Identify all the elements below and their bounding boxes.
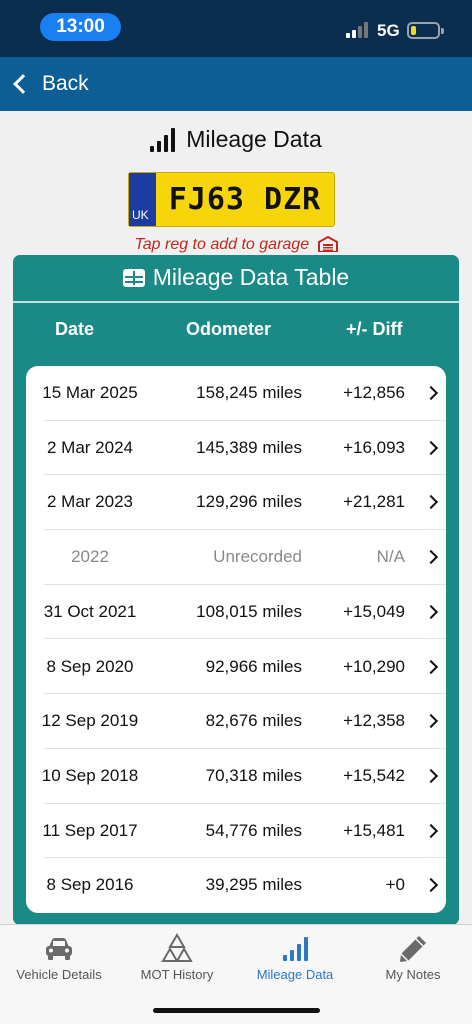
row-odometer: 54,776 miles	[205, 820, 302, 840]
row-diff: +15,542	[343, 765, 405, 785]
tab-label: Mileage Data	[256, 967, 334, 982]
page-heading: Mileage Data	[0, 126, 472, 153]
row-odometer: 108,015 miles	[196, 601, 302, 621]
table-row[interactable]: 2 Mar 2023 129,296 miles +21,281	[26, 475, 446, 531]
tab-mot-history[interactable]: MOT History	[118, 925, 236, 995]
row-diff: N/A	[376, 547, 405, 567]
pencil-icon	[400, 936, 426, 962]
tab-my-notes[interactable]: My Notes	[354, 925, 472, 995]
row-date: 31 Oct 2021	[43, 601, 137, 621]
row-date: 2 Mar 2024	[47, 437, 133, 457]
row-odometer: 145,389 miles	[196, 437, 302, 457]
tab-mileage-data[interactable]: Mileage Data	[236, 925, 354, 995]
column-header-diff: +/- Diff	[346, 319, 403, 339]
table-row[interactable]: 8 Sep 2020 92,966 miles +10,290	[26, 640, 446, 695]
table-card-title: Mileage Data Table	[0, 264, 472, 291]
table-row[interactable]: 11 Sep 2017 54,776 miles +15,481	[26, 804, 446, 859]
row-odometer: 82,676 miles	[205, 711, 302, 731]
mileage-rows-list: 15 Mar 2025 158,245 miles +12,856 2 Mar …	[26, 366, 446, 913]
plate-country-strip: UK	[129, 173, 156, 226]
row-diff: +21,281	[343, 492, 405, 512]
battery-icon	[407, 22, 444, 39]
status-time: 13:00	[40, 13, 121, 41]
back-button[interactable]: Back	[10, 69, 89, 99]
row-diff: +15,049	[343, 601, 405, 621]
row-diff: +16,093	[343, 437, 405, 457]
row-date: 8 Sep 2020	[46, 656, 134, 676]
status-bar: 13:00 5G	[0, 0, 472, 57]
row-date: 15 Mar 2025	[42, 383, 138, 402]
table-row[interactable]: 8 Sep 2016 39,295 miles +0	[26, 858, 446, 913]
signal-bars-icon	[283, 937, 308, 961]
table-row[interactable]: 12 Sep 2019 82,676 miles +12,358	[26, 694, 446, 749]
home-indicator	[153, 1008, 320, 1013]
add-to-garage-hint[interactable]: Tap reg to add to garage	[0, 236, 472, 254]
garage-hint-text: Tap reg to add to garage	[134, 236, 310, 253]
chevron-left-icon	[13, 74, 33, 94]
signal-bars-icon	[150, 127, 178, 152]
network-type: 5G	[377, 21, 400, 40]
plate-country: UK	[132, 208, 149, 222]
plate-registration: FJ63 DZR	[168, 182, 322, 217]
tab-label: Vehicle Details	[16, 967, 102, 982]
row-date: 2 Mar 2023	[47, 492, 133, 512]
tab-label: MOT History	[140, 967, 214, 982]
chevron-right-icon	[423, 440, 439, 455]
chevron-right-icon	[423, 385, 439, 401]
nav-bar: Back	[0, 57, 472, 111]
car-icon	[46, 938, 72, 960]
mot-triangles-icon	[161, 933, 193, 962]
row-odometer: 158,245 miles	[196, 383, 302, 402]
registration-plate[interactable]: UK FJ63 DZR	[128, 172, 335, 227]
tab-label: My Notes	[385, 967, 441, 982]
chevron-right-icon	[423, 823, 439, 838]
row-odometer: Unrecorded	[213, 547, 302, 567]
row-date: 2022	[71, 547, 109, 567]
table-row[interactable]: 10 Sep 2018 70,318 miles +15,542	[26, 749, 446, 804]
row-odometer: 92,966 miles	[205, 656, 302, 676]
row-diff: +10,290	[343, 656, 405, 676]
row-odometer: 129,296 miles	[196, 492, 302, 512]
table-icon	[122, 268, 145, 287]
page-title: Mileage Data	[186, 126, 322, 152]
tab-vehicle-details[interactable]: Vehicle Details	[0, 925, 118, 995]
row-diff: +12,856	[343, 383, 405, 402]
row-diff: +0	[385, 875, 405, 895]
column-header-odometer: Odometer	[186, 319, 272, 339]
row-date: 12 Sep 2019	[41, 711, 139, 731]
table-row[interactable]: 2 Mar 2024 145,389 miles +16,093	[26, 421, 446, 476]
row-odometer: 70,318 miles	[205, 765, 302, 785]
chevron-right-icon	[423, 604, 439, 619]
table-row[interactable]: 2022 Unrecorded N/A	[26, 530, 446, 585]
row-date: 11 Sep 2017	[42, 820, 138, 840]
card-divider	[13, 301, 459, 303]
table-row[interactable]: 31 Oct 2021 108,015 miles +15,049	[26, 585, 446, 640]
row-date: 8 Sep 2016	[46, 875, 134, 895]
chevron-right-icon	[423, 878, 439, 893]
row-diff: +12,358	[343, 711, 405, 731]
chevron-right-icon	[423, 768, 439, 783]
table-row[interactable]: 15 Mar 2025 158,245 miles +12,856	[26, 366, 446, 421]
column-header-date: Date	[55, 319, 95, 339]
chevron-right-icon	[423, 714, 439, 729]
row-diff: +15,481	[343, 820, 405, 840]
back-label: Back	[42, 72, 89, 95]
cellular-signal-icon	[346, 22, 370, 38]
table-title: Mileage Data Table	[152, 264, 350, 290]
chevron-right-icon	[423, 659, 439, 674]
row-date: 10 Sep 2018	[41, 765, 139, 785]
row-odometer: 39,295 miles	[205, 875, 302, 895]
chevron-right-icon	[423, 495, 439, 510]
chevron-right-icon	[423, 550, 439, 565]
garage-icon	[317, 236, 338, 252]
